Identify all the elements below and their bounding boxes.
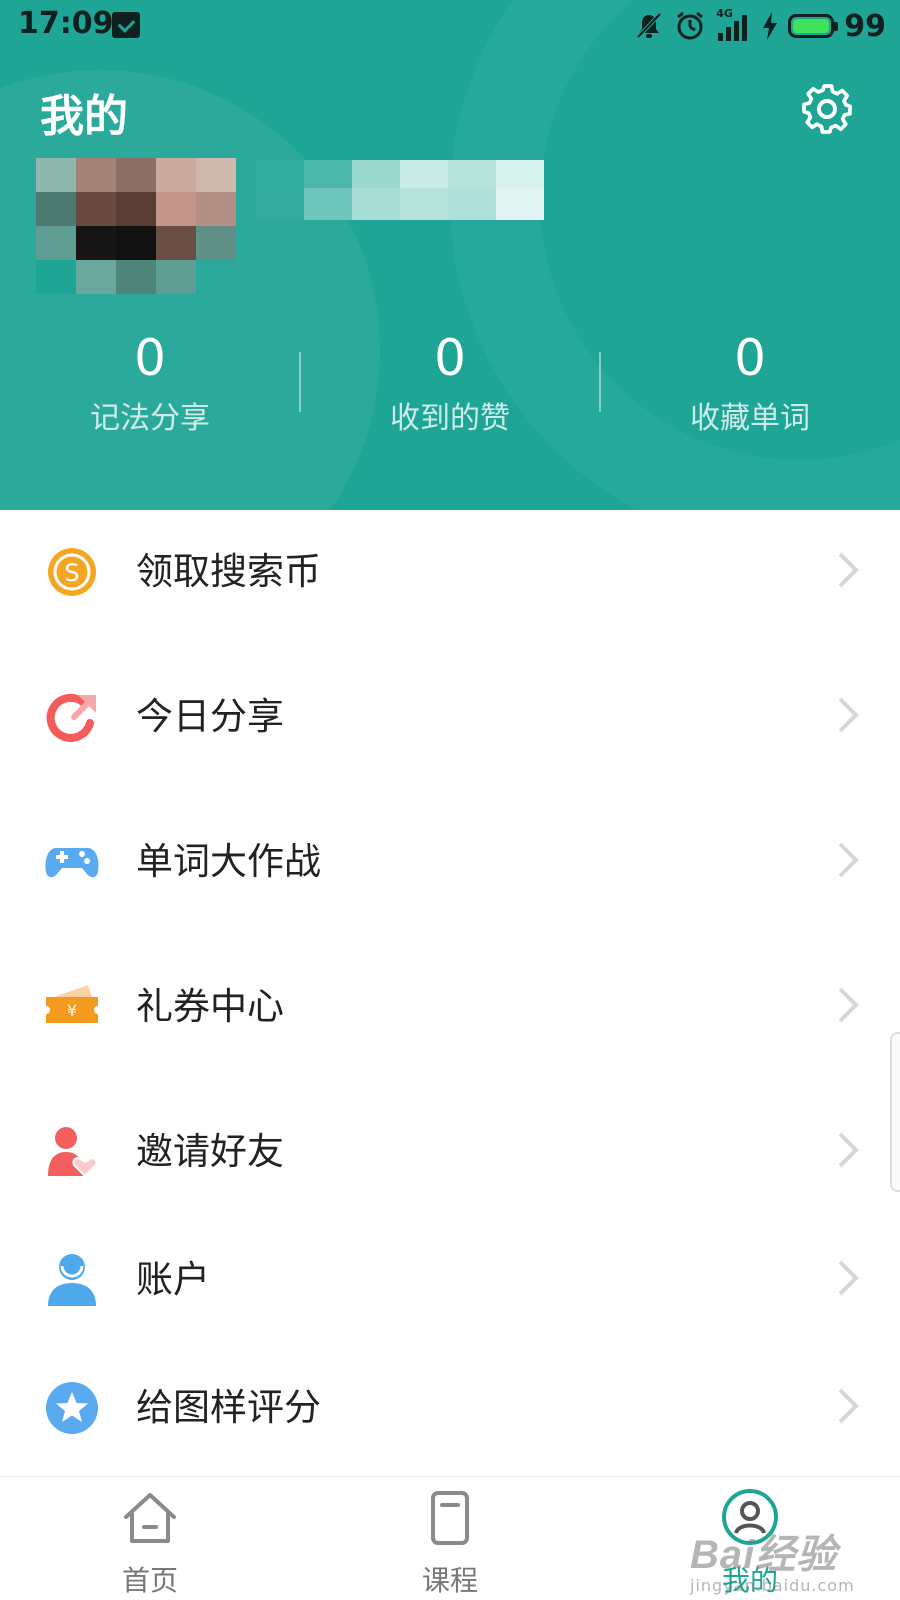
chevron-right-icon (838, 842, 859, 878)
tab-label: 课程 (421, 1564, 478, 1597)
menu-item-label: 邀请好友 (136, 1130, 284, 1173)
chevron-right-icon (838, 1260, 859, 1296)
menu-item-label: 今日分享 (136, 695, 284, 738)
notification-icon (112, 12, 140, 38)
avatar[interactable] (36, 158, 236, 294)
status-time: 17:09 (18, 6, 114, 41)
cell-signal-icon: 4G (716, 7, 752, 41)
chevron-right-icon (838, 987, 859, 1023)
charging-bolt-icon (763, 12, 778, 40)
menu-item-rate-app[interactable]: 给图样评分 (0, 1346, 900, 1466)
menu-item-word-battle[interactable]: 单词大作战 (0, 800, 900, 920)
title-bar: 我的 (0, 60, 900, 160)
menu-item-label: 账户 (136, 1258, 210, 1301)
stat-label: 收藏单词 (690, 401, 810, 436)
battery-icon (788, 14, 839, 38)
menu-item-label: 给图样评分 (136, 1386, 321, 1429)
chevron-right-icon (838, 1132, 859, 1168)
battery-level: 99 (844, 8, 886, 44)
invite-friend-icon (48, 1127, 98, 1178)
stat-mnemonic-shares[interactable]: 0 记法分享 (0, 328, 300, 448)
star-icon (46, 1382, 98, 1434)
stat-value: 0 (734, 329, 766, 387)
mute-bell-icon (636, 12, 662, 39)
user-profile[interactable] (36, 158, 544, 294)
menu-item-label: 礼券中心 (136, 985, 284, 1028)
watermark-brand: Bai经验 (690, 1533, 838, 1577)
home-icon (124, 1493, 176, 1543)
chevron-right-icon (838, 552, 859, 588)
stat-label: 记法分享 (90, 401, 210, 436)
svg-text:¥: ¥ (67, 1001, 77, 1020)
profile-header: 17:09 4G 99 我的 0 记法分享 0 收到的赞 0 收藏单词 (0, 0, 900, 510)
status-icons: 4G 99 (634, 7, 886, 44)
menu-item-claim-coins[interactable]: S 领取搜索币 (0, 510, 900, 630)
tab-home[interactable]: 首页 (0, 1477, 300, 1600)
baidu-jingyan-watermark: Bai经验 jingyan.baidu.com (690, 1522, 860, 1595)
gear-icon[interactable] (798, 80, 856, 138)
menu-item-invite-friends[interactable]: 邀请好友 (0, 1090, 900, 1210)
stat-divider (299, 352, 301, 412)
tab-courses[interactable]: 课程 (300, 1477, 600, 1600)
menu-item-coupon-center[interactable]: ¥ 礼券中心 (0, 945, 900, 1065)
page-title: 我的 (40, 91, 128, 142)
coupon-icon: ¥ (46, 985, 98, 1023)
stat-saved-words[interactable]: 0 收藏单词 (600, 328, 900, 448)
user-icon (48, 1254, 96, 1306)
gamepad-icon (45, 848, 99, 878)
stat-value: 0 (134, 329, 166, 387)
stat-divider (599, 352, 601, 412)
chevron-right-icon (838, 697, 859, 733)
watermark-url: jingyan.baidu.com (690, 1576, 855, 1595)
stat-value: 0 (434, 329, 466, 387)
tab-label: 首页 (121, 1564, 178, 1597)
svg-text:S: S (64, 559, 79, 587)
alarm-clock-icon (677, 11, 704, 40)
coin-icon: S (48, 548, 96, 596)
menu-item-label: 领取搜索币 (136, 550, 321, 593)
share-icon (46, 693, 96, 742)
menu-item-daily-share[interactable]: 今日分享 (0, 655, 900, 775)
menu-item-label: 单词大作战 (136, 840, 321, 883)
scroll-indicator[interactable] (890, 1032, 900, 1192)
username-pixelated (256, 160, 546, 220)
book-icon (431, 1491, 469, 1545)
stat-likes-received[interactable]: 0 收到的赞 (300, 328, 600, 448)
stat-label: 收到的赞 (390, 401, 510, 436)
stats-row: 0 记法分享 0 收到的赞 0 收藏单词 (0, 328, 900, 448)
status-bar: 17:09 4G 99 (0, 0, 900, 52)
menu-item-account[interactable]: 账户 (0, 1218, 900, 1338)
chevron-right-icon (838, 1388, 859, 1424)
